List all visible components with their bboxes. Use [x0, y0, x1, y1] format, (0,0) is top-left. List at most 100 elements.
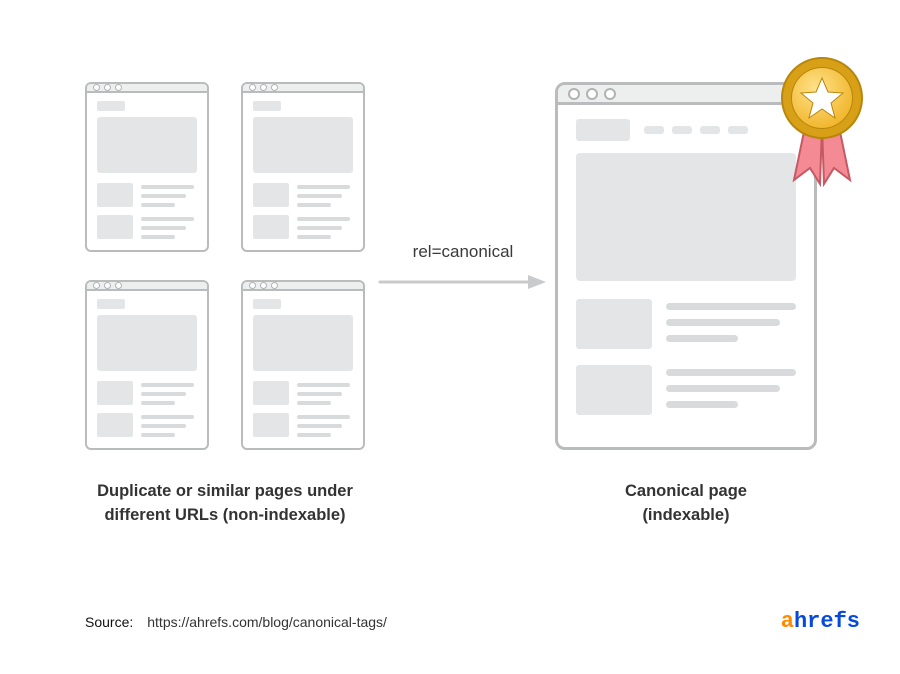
text-line: [141, 424, 186, 428]
content-block: [576, 119, 630, 141]
duplicate-page: [241, 82, 365, 252]
window-dot-icon: [249, 84, 256, 91]
text-line: [666, 319, 780, 326]
page-body: [243, 291, 363, 455]
source-label: Source:: [85, 614, 133, 630]
text-line: [297, 185, 350, 189]
content-block: [253, 315, 353, 371]
text-line: [297, 383, 350, 387]
text-lines: [666, 365, 796, 415]
window-titlebar: [243, 282, 363, 291]
window-dot-icon: [93, 282, 100, 289]
content-block: [253, 215, 289, 239]
brand-prefix: a: [781, 609, 794, 634]
brand-suffix: hrefs: [794, 609, 860, 634]
source-url: https://ahrefs.com/blog/canonical-tags/: [147, 614, 387, 630]
text-line: [141, 226, 186, 230]
duplicate-page: [85, 82, 209, 252]
text-lines: [297, 381, 353, 405]
ahrefs-logo: ahrefs: [781, 609, 860, 634]
content-row: [576, 299, 796, 349]
rel-canonical-arrow: rel=canonical: [378, 242, 548, 292]
window-dot-icon: [568, 88, 580, 100]
caption-line: (indexable): [642, 506, 729, 524]
page-body: [87, 93, 207, 257]
window-dot-icon: [271, 282, 278, 289]
text-line: [297, 226, 342, 230]
text-line: [141, 217, 194, 221]
content-row: [97, 183, 197, 207]
content-row: [97, 413, 197, 437]
text-line: [141, 383, 194, 387]
window-titlebar: [87, 282, 207, 291]
text-line: [666, 369, 796, 376]
source: Source: https://ahrefs.com/blog/canonica…: [85, 614, 387, 630]
text-lines: [297, 215, 353, 239]
content-block: [97, 101, 125, 111]
window-dot-icon: [115, 282, 122, 289]
content-block: [576, 365, 652, 415]
text-lines: [141, 215, 197, 239]
text-line: [297, 401, 331, 405]
text-line: [141, 433, 175, 437]
content-block: [253, 101, 281, 111]
content-block: [253, 299, 281, 309]
content-block: [97, 315, 197, 371]
content-row: [97, 381, 197, 405]
content-row: [253, 381, 353, 405]
content-block: [97, 381, 133, 405]
window-dot-icon: [271, 84, 278, 91]
content-block: [728, 126, 748, 134]
duplicate-page: [85, 280, 209, 450]
text-line: [141, 235, 175, 239]
canonical-caption: Canonical page (indexable): [555, 480, 817, 528]
window-dot-icon: [115, 84, 122, 91]
content-block: [97, 117, 197, 173]
text-lines: [297, 413, 353, 437]
page-body: [243, 93, 363, 257]
text-line: [666, 335, 738, 342]
text-line: [297, 415, 350, 419]
content-row: [253, 215, 353, 239]
content-block: [253, 381, 289, 405]
text-line: [141, 194, 186, 198]
content-row: [97, 215, 197, 239]
content-block: [644, 126, 664, 134]
content-block: [576, 299, 652, 349]
caption-line: different URLs (non-indexable): [104, 506, 345, 524]
text-lines: [141, 183, 197, 207]
text-line: [297, 433, 331, 437]
content-block: [253, 413, 289, 437]
text-line: [297, 424, 342, 428]
duplicate-pages-grid: [85, 82, 365, 450]
content-block: [576, 153, 796, 281]
footer: Source: https://ahrefs.com/blog/canonica…: [85, 609, 860, 634]
header-row: [576, 119, 796, 141]
window-dot-icon: [260, 84, 267, 91]
window-titlebar: [243, 84, 363, 93]
text-line: [666, 385, 780, 392]
content-block: [97, 413, 133, 437]
content-block: [253, 117, 353, 173]
content-row: [576, 365, 796, 415]
content-block: [253, 183, 289, 207]
text-line: [666, 401, 738, 408]
arrow-icon: [378, 272, 548, 292]
window-dot-icon: [104, 282, 111, 289]
window-dot-icon: [260, 282, 267, 289]
arrow-label: rel=canonical: [378, 242, 548, 262]
text-lines: [141, 413, 197, 437]
text-line: [141, 415, 194, 419]
content-block: [97, 183, 133, 207]
text-lines: [141, 381, 197, 405]
text-line: [297, 235, 331, 239]
text-lines: [297, 183, 353, 207]
window-titlebar: [87, 84, 207, 93]
content-block: [97, 299, 125, 309]
content-block: [700, 126, 720, 134]
page-body: [87, 291, 207, 455]
text-line: [297, 217, 350, 221]
text-line: [297, 392, 342, 396]
text-line: [297, 194, 342, 198]
window-dot-icon: [104, 84, 111, 91]
